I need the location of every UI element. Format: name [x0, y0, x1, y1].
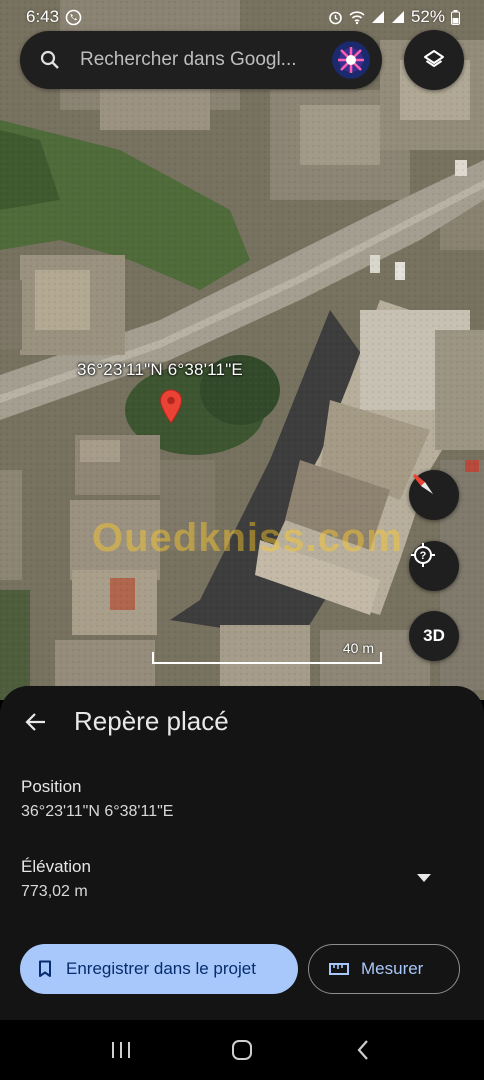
back-nav-button[interactable] [333, 1030, 393, 1070]
pin-coordinates-label: 36°23'11"N 6°38'11"E [77, 360, 243, 379]
save-to-project-button[interactable]: Enregistrer dans le projet [20, 944, 298, 994]
home-icon [231, 1040, 252, 1060]
bookmark-icon [39, 960, 51, 977]
back-icon [357, 1040, 369, 1060]
my-location-icon: ? [411, 543, 435, 567]
battery-icon [451, 9, 460, 25]
avatar[interactable] [332, 41, 370, 79]
compass-icon [413, 474, 433, 494]
search-input[interactable] [80, 49, 332, 71]
back-button[interactable] [22, 708, 50, 736]
ruler-icon [329, 963, 349, 975]
sheet-title: Repère placé [74, 706, 229, 736]
save-button-label: Enregistrer dans le projet [66, 959, 256, 978]
satellite-map[interactable]: 36°23'11"N 6°38'11"E Ouedkniss.com ? 3D [0, 0, 484, 700]
home-button[interactable] [212, 1030, 272, 1070]
layers-button[interactable] [404, 30, 464, 90]
layers-icon [424, 50, 444, 67]
compass-button[interactable] [409, 470, 459, 520]
measure-button-label: Mesurer [361, 959, 424, 978]
battery-percent: 52% [410, 7, 445, 26]
signal-icon [391, 11, 404, 23]
recent-apps-button[interactable] [91, 1030, 151, 1070]
elevation-label: Élévation [21, 857, 91, 876]
sheet-header: Repère placé [22, 706, 229, 737]
arrow-back-icon [25, 712, 45, 731]
status-time: 6:43 [26, 7, 60, 26]
measure-button[interactable]: Mesurer [308, 944, 460, 994]
position-label: Position [21, 777, 82, 796]
svg-text:?: ? [420, 550, 427, 562]
my-location-button[interactable]: ? [409, 541, 459, 591]
system-nav-bar [0, 1020, 484, 1080]
recent-apps-icon [111, 1042, 130, 1058]
map-scale: 40 m [152, 640, 382, 664]
alarm-icon [329, 11, 342, 24]
placed-marker-sheet: Repère placé Position 36°23'11"N 6°38'11… [0, 686, 484, 1020]
whatsapp-icon [65, 9, 82, 25]
3d-view-button[interactable]: 3D [409, 611, 459, 661]
search-icon [40, 50, 59, 69]
scale-label: 40 m [342, 640, 374, 656]
watermark: Ouedkniss.com [92, 516, 403, 560]
elevation-expand-button[interactable] [414, 868, 434, 888]
elevation-value: 773,02 m [21, 883, 88, 900]
dropdown-arrow-icon [417, 874, 431, 882]
position-value: 36°23'11"N 6°38'11"E [21, 803, 174, 820]
signal-icon [371, 11, 384, 23]
wifi-icon [349, 10, 365, 24]
search-bar[interactable] [20, 31, 382, 89]
satellite-imagery [0, 0, 484, 700]
status-bar: 6:43 52% [0, 0, 484, 34]
